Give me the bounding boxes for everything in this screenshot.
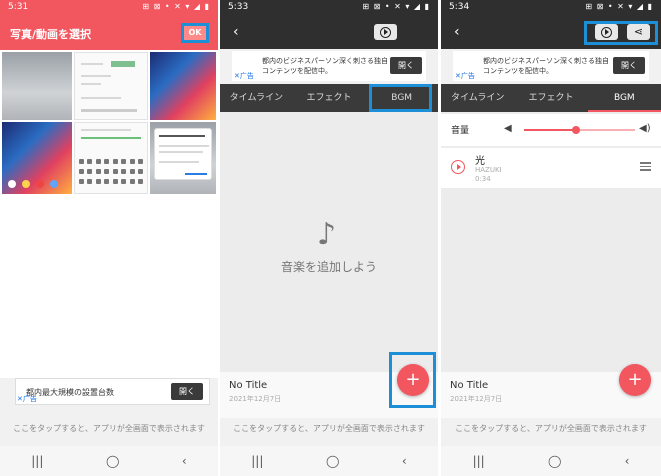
track-title: 光: [475, 156, 485, 167]
ad-text: 都内のビジネスパーソン深く刺さる独自 コンテンツを配信中。: [262, 56, 388, 76]
system-navbar: ||| ◯ ‹: [441, 446, 661, 476]
editor-tabs: タイムライン エフェクト BGM: [441, 84, 661, 112]
share-icon[interactable]: ⋖: [627, 24, 650, 40]
status-time: 5:31: [8, 2, 29, 12]
status-icons: ⊞ ⊠ • ✕ ▾ ◢ ▮: [362, 2, 430, 11]
ad-open-button[interactable]: 開く: [613, 57, 645, 74]
tab-effect[interactable]: エフェクト: [293, 84, 366, 112]
back-arrow-icon[interactable]: ‹: [233, 24, 239, 40]
back-nav-icon[interactable]: ‹: [182, 454, 187, 468]
recents-icon[interactable]: |||: [473, 454, 485, 468]
bgm-empty-state: ♪ 音楽を追加しよう: [220, 112, 438, 372]
fullscreen-hint[interactable]: ここをタップすると、アプリが全画面で表示されます: [441, 418, 661, 440]
bgm-tab-highlight: [369, 84, 432, 112]
status-icons: ⊞ ⊠ • ✕ ▾ ◢ ▮: [585, 2, 653, 11]
bgm-added-screen: 5:34 ⊞ ⊠ • ✕ ▾ ◢ ▮ ‹ ⋖ 都内のビジネスパーソン深く刺さる独…: [441, 0, 661, 476]
track-artist: HAZUKI: [475, 166, 502, 174]
volume-slider[interactable]: [524, 126, 635, 134]
track-play-icon[interactable]: [451, 160, 465, 174]
ad-open-button[interactable]: 開く: [390, 57, 422, 74]
status-bar: 5:33 ⊞ ⊠ • ✕ ▾ ◢ ▮: [220, 0, 438, 14]
bgm-empty-screen: 5:33 ⊞ ⊠ • ✕ ▾ ◢ ▮ ‹ 都内のビジネスパーソン深く刺さる独自 …: [220, 0, 438, 476]
project-title: No Title: [450, 380, 489, 391]
recents-icon[interactable]: |||: [251, 454, 263, 468]
ad-choices-icon[interactable]: ✕广告: [234, 71, 254, 81]
ad-open-button[interactable]: 開く: [171, 383, 203, 400]
tab-bgm[interactable]: BGM: [587, 84, 661, 112]
music-note-icon: ♪: [317, 217, 337, 252]
project-date: 2021年12月7日: [450, 395, 503, 403]
volume-high-icon: ◀): [639, 123, 651, 134]
track-duration: 0:34: [475, 175, 491, 183]
back-nav-icon[interactable]: ‹: [625, 454, 630, 468]
grid-empty-area: [0, 196, 218, 378]
volume-slider-handle[interactable]: [572, 126, 581, 134]
ad-banner[interactable]: 都内のビジネスパーソン深く刺さる独自 コンテンツを配信中。 開く ✕广告: [232, 51, 426, 81]
status-time: 5:33: [228, 2, 249, 12]
ad-text-line: コンテンツを配信中。: [483, 67, 553, 75]
volume-row: 音量 ◀ ◀): [441, 114, 661, 146]
media-thumbnail[interactable]: [74, 122, 148, 194]
volume-label: 音量: [451, 126, 470, 136]
volume-low-icon: ◀: [504, 123, 512, 134]
ad-choices-icon[interactable]: ✕广告: [455, 71, 475, 81]
project-date: 2021年12月7日: [229, 395, 282, 403]
system-navbar: ||| ◯ ‹: [220, 446, 438, 476]
fullscreen-hint[interactable]: ここをタップすると、アプリが全画面で表示されます: [220, 418, 438, 440]
tab-effect[interactable]: エフェクト: [514, 84, 587, 112]
empty-state-text: 音楽を追加しよう: [280, 260, 377, 274]
tab-timeline[interactable]: タイムライン: [220, 84, 293, 112]
add-music-button[interactable]: +: [619, 364, 651, 396]
play-icon: [601, 26, 612, 38]
home-icon[interactable]: ◯: [326, 454, 339, 468]
media-thumbnail[interactable]: [150, 52, 216, 120]
ad-choices-icon[interactable]: ✕广告: [17, 394, 37, 404]
media-thumbnail[interactable]: [150, 122, 216, 194]
media-grid: [0, 50, 218, 196]
status-bar: 5:31 ⊞ ⊠ • ✕ ▾ ◢ ▮: [0, 0, 218, 14]
ad-text-line: 都内のビジネスパーソン深く刺さる独自: [483, 57, 609, 65]
ad-text-line: 都内のビジネスパーソン深く刺さる独自: [262, 57, 388, 65]
status-time: 5:34: [449, 2, 470, 12]
back-arrow-icon[interactable]: ‹: [454, 24, 460, 40]
status-bar: 5:34 ⊞ ⊠ • ✕ ▾ ◢ ▮: [441, 0, 661, 14]
media-thumbnail[interactable]: [2, 122, 72, 194]
tab-timeline[interactable]: タイムライン: [441, 84, 514, 112]
drag-handle-icon[interactable]: [640, 162, 651, 173]
add-music-button[interactable]: +: [397, 364, 429, 396]
preview-play-button[interactable]: [374, 24, 397, 40]
media-thumbnail[interactable]: [2, 52, 72, 120]
play-icon: [380, 26, 391, 38]
ad-text-line: コンテンツを配信中。: [262, 67, 332, 75]
ok-button[interactable]: OK: [181, 23, 209, 43]
system-navbar: ||| ◯ ‹: [0, 446, 218, 476]
home-icon[interactable]: ◯: [548, 454, 561, 468]
home-icon[interactable]: ◯: [106, 454, 119, 468]
ad-banner[interactable]: 都内最大規模の設置台数 開く ✕广告: [15, 378, 210, 405]
bgm-track-row[interactable]: 光 HAZUKI 0:34: [441, 148, 661, 188]
fullscreen-hint[interactable]: ここをタップすると、アプリが全画面で表示されます: [0, 418, 218, 440]
page-title: 写真/動画を選択: [10, 28, 92, 41]
media-thumbnail[interactable]: [74, 52, 148, 120]
back-nav-icon[interactable]: ‹: [402, 454, 407, 468]
project-title: No Title: [229, 380, 268, 391]
preview-play-button[interactable]: [595, 24, 618, 40]
status-icons: ⊞ ⊠ • ✕ ▾ ◢ ▮: [142, 2, 210, 11]
photo-select-screen: 5:31 ⊞ ⊠ • ✕ ▾ ◢ ▮ 写真/動画を選択 OK 都内最大規模の設置…: [0, 0, 218, 476]
ad-text: 都内のビジネスパーソン深く刺さる独自 コンテンツを配信中。: [483, 56, 609, 76]
volume-slider-fill: [524, 129, 577, 131]
ad-text: 都内最大規模の設置台数: [26, 388, 114, 397]
recents-icon[interactable]: |||: [31, 454, 43, 468]
ad-banner[interactable]: 都内のビジネスパーソン深く刺さる独自 コンテンツを配信中。 開く ✕广告: [453, 51, 649, 81]
